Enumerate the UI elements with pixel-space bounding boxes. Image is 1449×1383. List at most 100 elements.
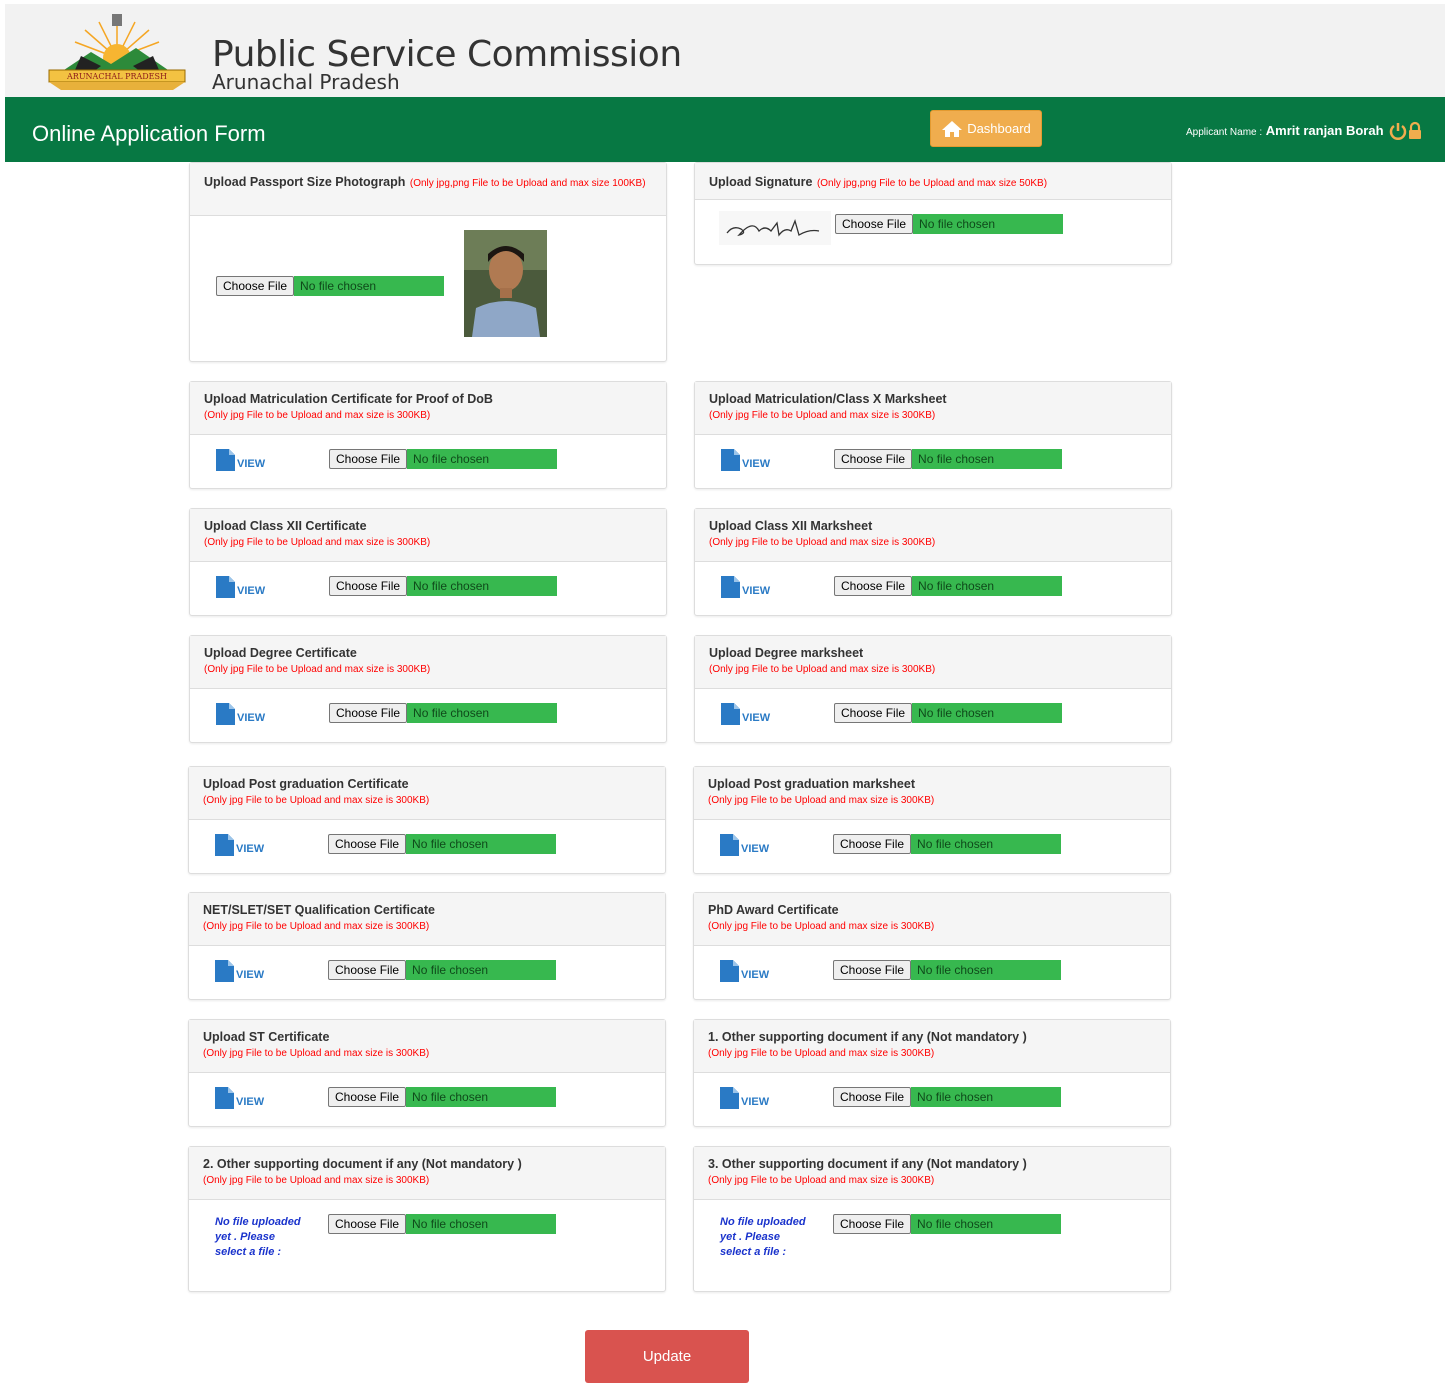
view-label[interactable]: VIEW (742, 459, 770, 470)
document-icon (721, 703, 740, 725)
panel-title: Upload Class XII Certificate (204, 519, 367, 533)
signature-image (719, 211, 831, 245)
choose-file-button[interactable]: Choose File (834, 703, 913, 723)
view-document-link[interactable]: VIEW (720, 1087, 769, 1109)
document-file-input[interactable]: Choose File No file chosen (328, 1214, 556, 1234)
choose-file-button[interactable]: Choose File (834, 449, 913, 469)
arunachal-emblem-logo: ARUNACHAL PRADESH (41, 12, 193, 94)
document-file-input[interactable]: Choose File No file chosen (834, 449, 1062, 469)
document-icon (216, 703, 235, 725)
view-label[interactable]: VIEW (742, 713, 770, 724)
choose-file-button[interactable]: Choose File (328, 1214, 407, 1234)
signature-upload-panel: Upload Signature (Only jpg,png File to b… (694, 162, 1172, 265)
document-icon (215, 960, 234, 982)
panel-title: 2. Other supporting document if any (Not… (203, 1157, 522, 1171)
choose-file-button[interactable]: Choose File (328, 834, 407, 854)
document-file-input[interactable]: Choose File No file chosen (834, 576, 1062, 596)
file-status: No file chosen (406, 834, 556, 854)
panel-title: Upload Passport Size Photograph (204, 175, 406, 189)
choose-file-button[interactable]: Choose File (834, 576, 913, 596)
document-file-input[interactable]: Choose File No file chosen (329, 703, 557, 723)
panel-title: Upload Post graduation marksheet (708, 777, 915, 791)
document-file-input[interactable]: Choose File No file chosen (328, 834, 556, 854)
view-label[interactable]: VIEW (236, 1097, 264, 1108)
view-document-link[interactable]: VIEW (720, 960, 769, 982)
choose-file-button[interactable]: Choose File (835, 214, 914, 234)
panel-title: Upload Matriculation/Class X Marksheet (709, 392, 947, 406)
panel-title: Upload Signature (709, 175, 813, 189)
panel-header: Upload Passport Size Photograph (Only jp… (190, 163, 666, 216)
view-label[interactable]: VIEW (742, 586, 770, 597)
document-file-input[interactable]: Choose File No file chosen (833, 960, 1061, 980)
view-document-link[interactable]: VIEW (215, 1087, 264, 1109)
view-document-link[interactable]: VIEW (216, 703, 265, 725)
document-upload-panel: Upload ST Certificate (Only jpg File to … (188, 1019, 666, 1127)
panel-note: (Only jpg File to be Upload and max size… (204, 537, 431, 548)
document-file-input[interactable]: Choose File No file chosen (834, 703, 1062, 723)
document-file-input[interactable]: Choose File No file chosen (833, 1214, 1061, 1234)
applicant-info: Applicant Name : Amrit ranjan Borah (1186, 123, 1384, 138)
file-status: No file chosen (406, 1214, 556, 1234)
view-label[interactable]: VIEW (237, 586, 265, 597)
view-label[interactable]: VIEW (237, 713, 265, 724)
site-subtitle: Arunachal Pradesh (212, 70, 400, 94)
file-status: No file chosen (912, 576, 1062, 596)
choose-file-button[interactable]: Choose File (833, 1087, 912, 1107)
choose-file-button[interactable]: Choose File (329, 576, 408, 596)
document-upload-panel: Upload Degree Certificate (Only jpg File… (189, 635, 667, 743)
panel-header: Upload Class XII Certificate (Only jpg F… (190, 509, 666, 562)
document-file-input[interactable]: Choose File No file chosen (833, 834, 1061, 854)
document-file-input[interactable]: Choose File No file chosen (328, 960, 556, 980)
panel-header: PhD Award Certificate (Only jpg File to … (694, 893, 1170, 946)
document-file-input[interactable]: Choose File No file chosen (329, 449, 557, 469)
choose-file-button[interactable]: Choose File (833, 834, 912, 854)
document-file-input[interactable]: Choose File No file chosen (329, 576, 557, 596)
choose-file-button[interactable]: Choose File (328, 1087, 407, 1107)
photo-upload-panel: Upload Passport Size Photograph (Only jp… (189, 162, 667, 362)
panel-header: Upload Matriculation Certificate for Pro… (190, 382, 666, 435)
choose-file-button[interactable]: Choose File (216, 276, 295, 296)
choose-file-button[interactable]: Choose File (833, 1214, 912, 1234)
document-file-input[interactable]: Choose File No file chosen (328, 1087, 556, 1107)
file-status: No file chosen (407, 449, 557, 469)
no-file-message: No file uploaded yet . Please select a f… (720, 1216, 806, 1258)
view-document-link[interactable]: VIEW (721, 703, 770, 725)
view-document-link[interactable]: VIEW (216, 449, 265, 471)
document-upload-panel: PhD Award Certificate (Only jpg File to … (693, 892, 1171, 1000)
applicant-label: Applicant Name : (1186, 127, 1263, 138)
view-document-link[interactable]: VIEW (215, 960, 264, 982)
panel-title: Upload Class XII Marksheet (709, 519, 873, 533)
document-upload-panel: Upload Degree marksheet (Only jpg File t… (694, 635, 1172, 743)
view-document-link[interactable]: VIEW (721, 576, 770, 598)
panel-header: Upload Degree Certificate (Only jpg File… (190, 636, 666, 689)
view-label[interactable]: VIEW (741, 844, 769, 855)
photo-file-input[interactable]: Choose File No file chosen (216, 276, 444, 296)
view-label[interactable]: VIEW (741, 970, 769, 981)
choose-file-button[interactable]: Choose File (329, 449, 408, 469)
dashboard-button[interactable]: Dashboard (930, 110, 1042, 147)
panel-note: (Only jpg File to be Upload and max size… (709, 410, 936, 421)
panel-note: (Only jpg File to be Upload and max size… (203, 1048, 430, 1059)
update-button[interactable]: Update (585, 1330, 749, 1383)
panel-note: (Only jpg File to be Upload and max size… (708, 921, 935, 932)
signature-file-input[interactable]: Choose File No file chosen (835, 214, 1063, 234)
choose-file-button[interactable]: Choose File (833, 960, 912, 980)
document-icon (216, 576, 235, 598)
view-label[interactable]: VIEW (236, 844, 264, 855)
view-document-link[interactable]: VIEW (721, 449, 770, 471)
view-label[interactable]: VIEW (741, 1097, 769, 1108)
file-status: No file chosen (294, 276, 444, 296)
choose-file-button[interactable]: Choose File (329, 703, 408, 723)
view-document-link[interactable]: VIEW (216, 576, 265, 598)
logout-icon[interactable] (1389, 121, 1423, 141)
document-upload-panel: 2. Other supporting document if any (Not… (188, 1146, 666, 1292)
panel-header: NET/SLET/SET Qualification Certificate (… (189, 893, 665, 946)
document-upload-panel: NET/SLET/SET Qualification Certificate (… (188, 892, 666, 1000)
document-file-input[interactable]: Choose File No file chosen (833, 1087, 1061, 1107)
view-label[interactable]: VIEW (236, 970, 264, 981)
document-icon (721, 576, 740, 598)
view-document-link[interactable]: VIEW (215, 834, 264, 856)
choose-file-button[interactable]: Choose File (328, 960, 407, 980)
view-label[interactable]: VIEW (237, 459, 265, 470)
view-document-link[interactable]: VIEW (720, 834, 769, 856)
